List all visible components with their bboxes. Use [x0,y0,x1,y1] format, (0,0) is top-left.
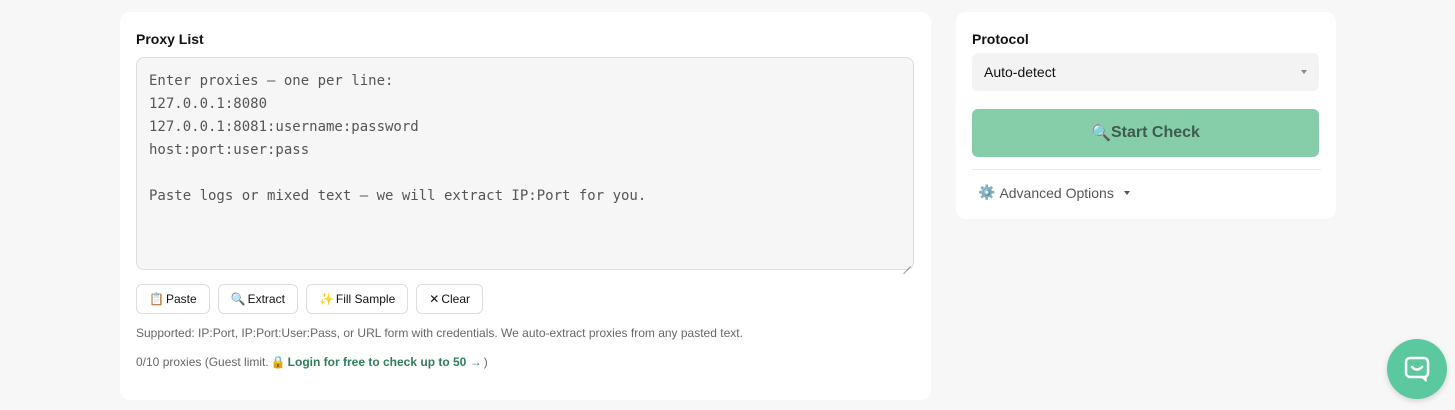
clipboard-icon: 📋 [149,292,164,306]
extract-button[interactable]: 🔍 Extract [217,284,298,314]
clear-button[interactable]: ✕ Clear [416,284,483,314]
proxy-count: 0/10 proxies (Guest limit. [136,355,269,369]
close-icon: ✕ [429,292,440,306]
paste-button-label: Paste [165,292,197,306]
proxy-list-label: Proxy List [136,31,204,47]
advanced-options-label: Advanced Options [999,184,1114,201]
protocol-selected-value: Auto-detect [984,64,1056,80]
supported-formats-hint: Supported: IP:Port, IP:Port:User:Pass, o… [136,326,743,340]
guest-limit: 0/10 proxies (Guest limit. 🔒 Login for f… [136,355,488,369]
start-check-button[interactable]: 🔍 Start Check [972,109,1319,157]
limit-close-paren: ) [483,355,488,369]
clear-button-label: Clear [441,292,470,306]
chat-icon [1404,356,1430,382]
protocol-select[interactable]: Auto-detect [972,53,1319,91]
gear-icon: ⚙️ [978,184,996,200]
magnifier-icon: 🔍 [230,292,246,306]
divider [972,169,1321,170]
chevron-down-icon [1123,190,1130,195]
login-link[interactable]: Login for free to check up to 50 → [288,355,482,369]
protocol-card: Protocol Auto-detect 🔍 Start Check ⚙️ Ad… [956,12,1336,219]
proxy-list-card: Proxy List Enter proxies — one per line:… [120,12,931,400]
sparkles-icon: ✨ [318,292,334,306]
start-check-label: Start Check [1111,124,1200,141]
advanced-options-toggle[interactable]: ⚙️ Advanced Options [978,184,1130,201]
proxy-actions: 📋 Paste 🔍 Extract ✨ Fill Sample ✕ Clear [136,284,483,314]
fill-sample-button[interactable]: ✨ Fill Sample [305,284,409,314]
proxy-input[interactable]: Enter proxies — one per line: 127.0.0.1:… [136,57,914,270]
protocol-label: Protocol [972,31,1029,47]
lock-icon: 🔒 [270,355,286,369]
fill-sample-button-label: Fill Sample [335,292,396,306]
chevron-down-icon [1301,70,1307,74]
magnifier-icon: 🔍 [1091,125,1111,142]
extract-button-label: Extract [247,292,285,306]
chat-launcher-button[interactable] [1387,339,1447,399]
paste-button[interactable]: 📋 Paste [136,284,210,314]
